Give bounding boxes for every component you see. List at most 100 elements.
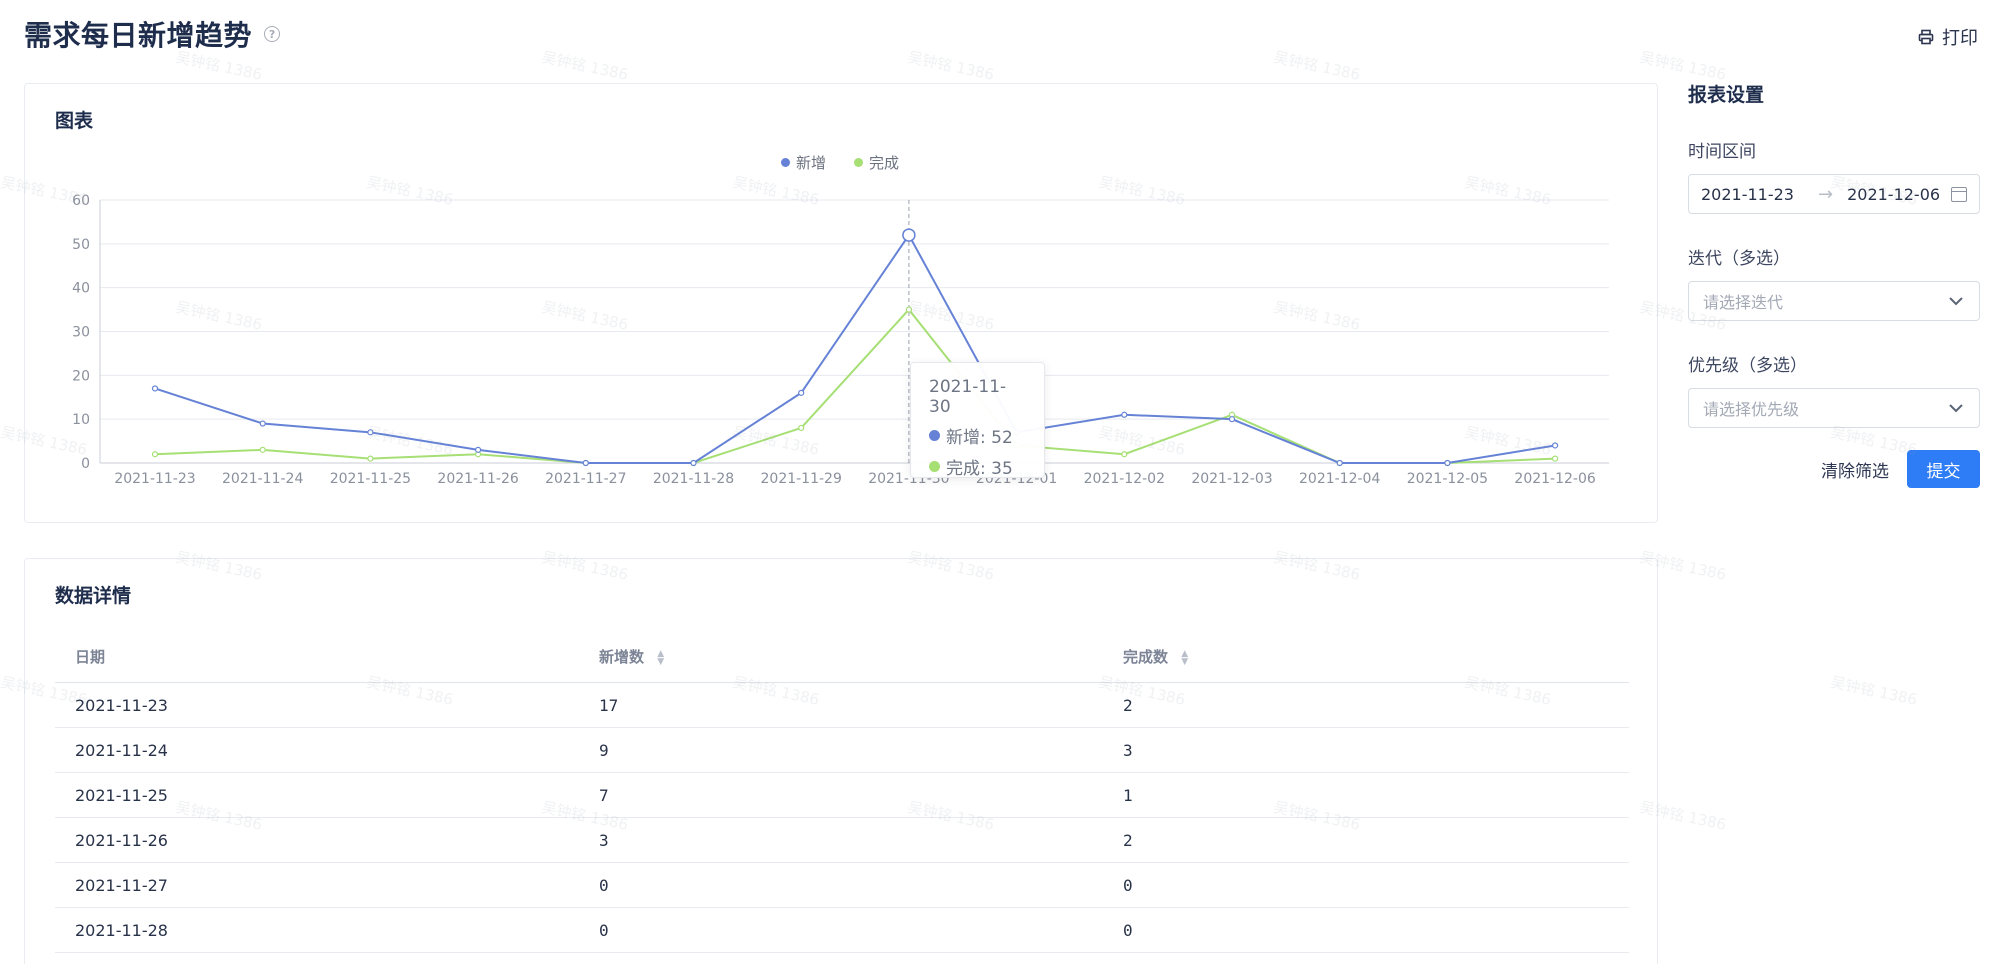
date-range-end[interactable]: 2021-12-06 — [1847, 185, 1940, 204]
column-header-done[interactable]: 完成数 ▲ ▼ — [1103, 646, 1629, 667]
priority-select[interactable]: 请选择优先级 — [1688, 388, 1980, 428]
clear-filter-button[interactable]: 清除筛选 — [1821, 457, 1889, 482]
date-range-picker[interactable]: 2021-11-23 → 2021-12-06 — [1688, 174, 1980, 214]
series-line-done — [154, 308, 1556, 464]
watermark-text: 吴钟铭 1386 — [1828, 673, 1919, 709]
data-point-added — [259, 420, 266, 427]
table-row: 2021-11-28 0 0 — [55, 908, 1629, 953]
data-point-done — [798, 424, 805, 432]
x-tick-label: 2021-12-05 — [1407, 471, 1488, 487]
cell-date: 2021-11-24 — [75, 740, 168, 760]
tooltip-row-added: 新增: 52 — [929, 423, 1026, 448]
x-tick-label: 2021-11-24 — [222, 471, 303, 487]
priority-label: 优先级（多选） — [1688, 356, 1807, 376]
table-row: 2021-11-24 9 3 — [55, 728, 1629, 773]
table-row: 2021-11-25 7 1 — [55, 773, 1629, 818]
cell-added: 0 — [599, 875, 609, 895]
time-range-label: 时间区间 — [1688, 142, 1756, 162]
data-point-added — [151, 385, 159, 392]
watermark-text: 吴钟铭 1386 — [905, 48, 996, 84]
tooltip-dot-done — [929, 461, 940, 472]
x-tick-label: 2021-11-27 — [545, 471, 626, 487]
page-header: 需求每日新增趋势 ? — [24, 14, 281, 54]
y-tick-label: 0 — [81, 456, 90, 472]
submit-button[interactable]: 提交 — [1907, 450, 1980, 488]
cell-done: 3 — [1123, 740, 1133, 760]
iteration-placeholder: 请选择迭代 — [1703, 293, 1784, 312]
iteration-select[interactable]: 请选择迭代 — [1688, 281, 1980, 321]
column-header-added[interactable]: 新增数 ▲ ▼ — [579, 646, 1103, 667]
data-point-done — [151, 451, 159, 458]
column-header-added-label: 新增数 — [599, 648, 645, 666]
data-point-done — [367, 455, 374, 462]
cell-date: 2021-11-28 — [75, 920, 168, 940]
y-tick-label: 60 — [72, 193, 90, 209]
y-tick-label: 20 — [72, 368, 90, 384]
x-tick-label: 2021-11-29 — [761, 471, 842, 487]
cell-done: 0 — [1123, 920, 1133, 940]
calendar-icon[interactable] — [1951, 186, 1967, 202]
date-range-start[interactable]: 2021-11-23 — [1701, 185, 1794, 204]
y-tick-label: 50 — [72, 237, 90, 253]
watermark-text: 吴钟铭 1386 — [1271, 48, 1362, 84]
line-chart: 0 10 20 30 40 50 60 2021-11-23 2021-11-24 2021-11… — [72, 193, 1609, 487]
table-row: 2021-11-26 3 2 — [55, 818, 1629, 863]
cell-date: 2021-11-26 — [75, 830, 168, 850]
iteration-label: 迭代（多选） — [1688, 249, 1790, 269]
x-tick-label: 2021-12-02 — [1084, 471, 1165, 487]
data-point-added — [1336, 459, 1343, 467]
data-table: 日期 新增数 ▲ ▼ 完成数 ▲ ▼ 2021-11-23 17 2 2021-11-24… — [55, 631, 1629, 964]
data-point-added — [1444, 459, 1451, 467]
table-header: 日期 新增数 ▲ ▼ 完成数 ▲ ▼ — [55, 631, 1629, 683]
question-circle-icon[interactable]: ? — [264, 26, 281, 42]
data-point-added — [1551, 442, 1559, 449]
printer-icon — [1918, 29, 1934, 45]
tooltip-dot-added — [929, 430, 940, 441]
x-tick-label: 2021-11-25 — [330, 471, 411, 487]
cell-done: 1 — [1123, 785, 1133, 805]
print-label: 打印 — [1942, 28, 1978, 49]
cell-done: 0 — [1123, 875, 1133, 895]
data-point-done — [1121, 451, 1128, 458]
x-tick-label: 2021-12-06 — [1514, 471, 1595, 487]
column-header-done-label: 完成数 — [1123, 648, 1169, 666]
report-settings-panel: 报表设置 时间区间 2021-11-23 → 2021-12-06 迭代（多选）… — [1688, 80, 1980, 488]
cell-added: 7 — [599, 785, 609, 805]
table-row: 2021-11-23 17 2 — [55, 683, 1629, 728]
y-tick-label: 10 — [72, 412, 90, 428]
chevron-down-icon — [1949, 297, 1963, 306]
data-point-added — [1228, 416, 1236, 423]
y-tick-label: 40 — [72, 281, 90, 297]
print-button[interactable]: 打印 — [1918, 24, 1978, 50]
x-tick-label: 2021-11-28 — [653, 471, 734, 487]
settings-actions: 清除筛选 提交 — [1688, 450, 1980, 488]
table-card-title: 数据详情 — [55, 585, 132, 607]
data-point-added — [582, 459, 589, 467]
data-point-added — [902, 228, 916, 242]
data-point-done — [905, 306, 913, 313]
sort-icon[interactable]: ▲ ▼ — [657, 649, 664, 666]
column-header-date: 日期 — [75, 648, 106, 666]
page-title: 需求每日新增趋势 — [24, 19, 253, 52]
chart-tooltip: 2021-11-30 新增: 52 完成: 35 — [910, 362, 1045, 479]
cell-added: 9 — [599, 740, 609, 760]
cell-done: 2 — [1123, 695, 1133, 715]
data-point-added — [475, 446, 482, 453]
chevron-down-icon — [1949, 404, 1963, 413]
cell-date: 2021-11-25 — [75, 785, 168, 805]
data-point-added — [690, 459, 697, 467]
tooltip-date: 2021-11-30 — [929, 377, 1007, 417]
table-row: 2021-11-29168 — [55, 953, 1629, 964]
arrow-right-icon: → — [1817, 183, 1834, 205]
cell-added: 0 — [599, 920, 609, 940]
x-tick-label: 2021-11-23 — [114, 471, 195, 487]
tooltip-row-done: 完成: 35 — [929, 454, 1026, 479]
cell-date: 2021-11-23 — [75, 695, 168, 715]
settings-title: 报表设置 — [1688, 84, 1765, 106]
sort-icon[interactable]: ▲ ▼ — [1181, 649, 1188, 666]
data-point-done — [1551, 455, 1559, 462]
table-card: 数据详情 日期 新增数 ▲ ▼ 完成数 ▲ ▼ 2021-11-23 17 2 2021-… — [24, 558, 1658, 964]
cell-added: 3 — [599, 830, 609, 850]
data-point-added — [367, 429, 374, 436]
table-row: 2021-11-27 0 0 — [55, 863, 1629, 908]
